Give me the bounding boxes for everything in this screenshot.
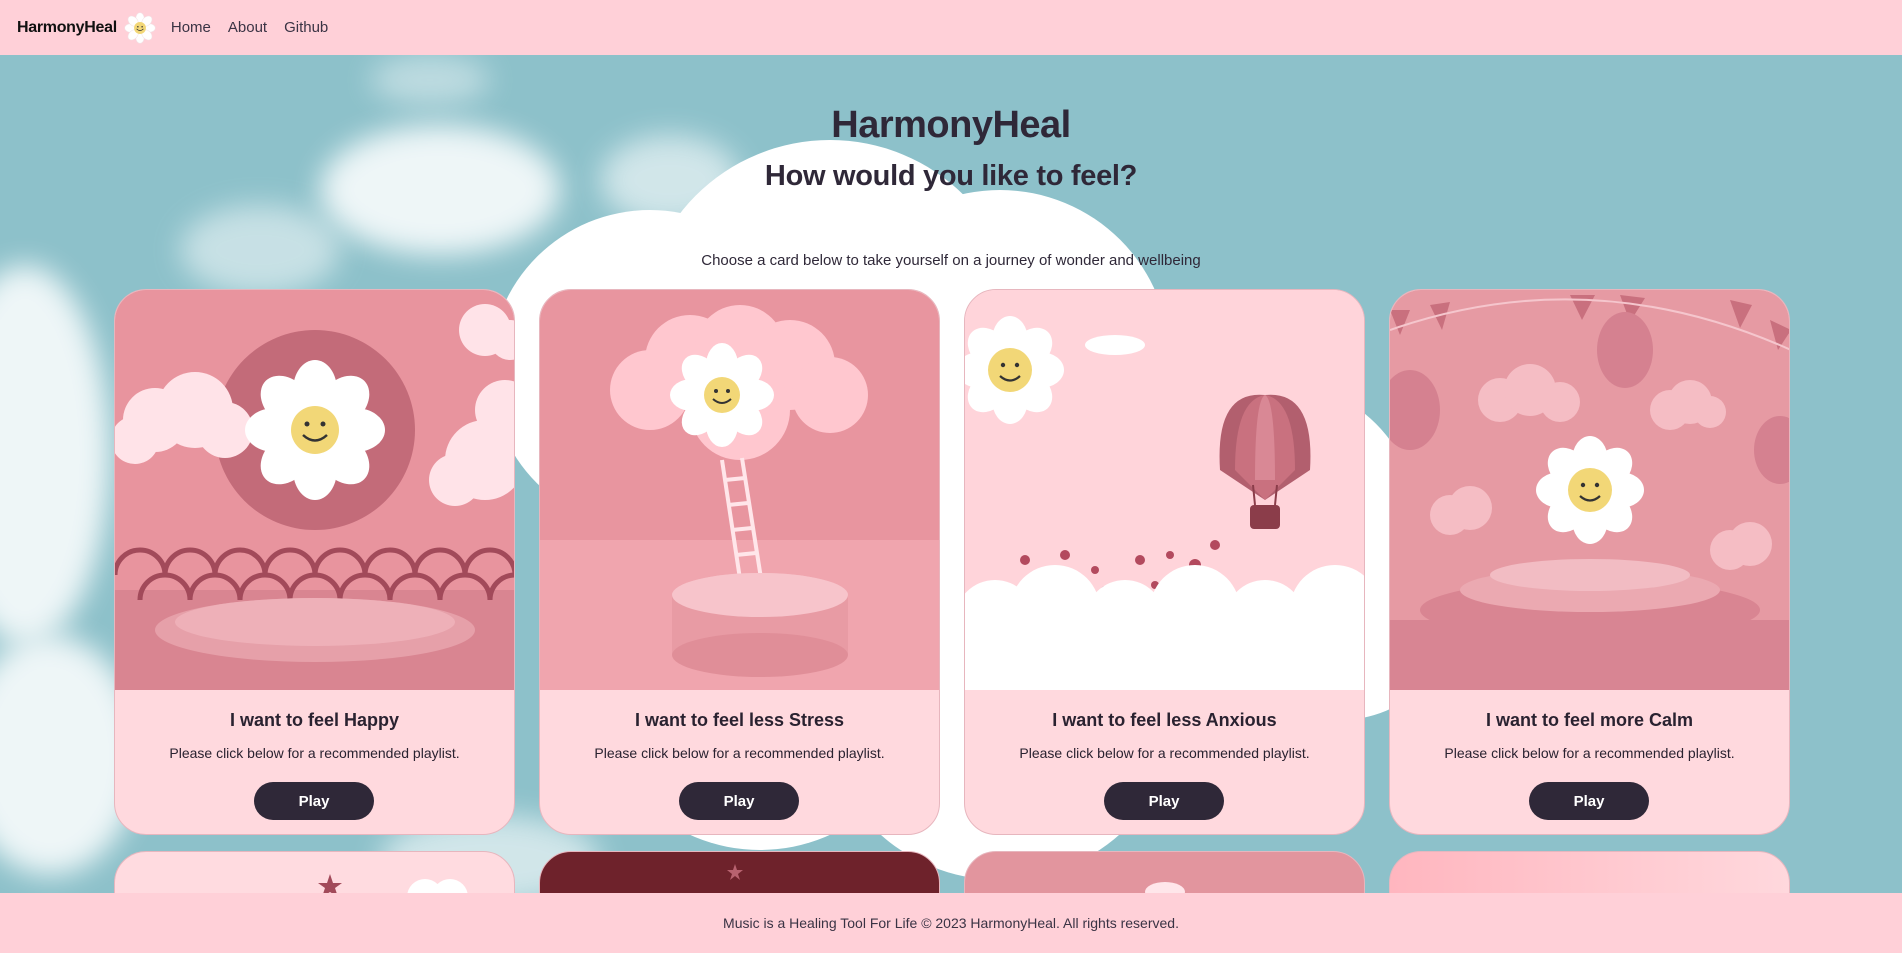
card-title: I want to feel more Calm: [1485, 710, 1694, 730]
play-button-happy[interactable]: Play: [254, 782, 374, 820]
happy-daisy-illustration-icon: [115, 290, 514, 690]
card-more-calm: I want to feel more Calm Please click be…: [1389, 289, 1790, 835]
nav-link-about[interactable]: About: [228, 19, 267, 36]
hero-description: Choose a card below to take yourself on …: [701, 252, 1201, 269]
brand-name[interactable]: HarmonyHeal: [17, 19, 117, 37]
footer-text: Music is a Healing Tool For Life © 2023 …: [723, 915, 1179, 931]
card-title: I want to feel less Anxious: [1052, 710, 1277, 730]
card-text: Please click below for a recommended pla…: [169, 745, 460, 761]
nav-link-home[interactable]: Home: [171, 19, 211, 36]
card-happy: I want to feel Happy Please click below …: [114, 289, 515, 835]
party-podium-daisy-illustration-icon: [1390, 290, 1789, 690]
card-title: I want to feel less Stress: [634, 710, 845, 730]
navbar: HarmonyHeal Home About Github: [0, 0, 1902, 55]
hero-subtitle: How would you like to feel?: [764, 160, 1138, 192]
card-text: Please click below for a recommended pla…: [1019, 745, 1310, 761]
cloud-ladder-daisy-illustration-icon: [540, 290, 939, 690]
card-less-stress: I want to feel less Stress Please click …: [539, 289, 940, 835]
footer: Music is a Healing Tool For Life © 2023 …: [0, 893, 1902, 953]
hero-title: HarmonyHeal: [831, 104, 1071, 146]
card-less-anxious: I want to feel less Anxious Please click…: [964, 289, 1365, 835]
card-text: Please click below for a recommended pla…: [1444, 745, 1735, 761]
card-text: Please click below for a recommended pla…: [594, 745, 885, 761]
play-button-more-calm[interactable]: Play: [1529, 782, 1649, 820]
nav-link-github[interactable]: Github: [284, 19, 328, 36]
card-title: I want to feel Happy: [229, 710, 400, 730]
smiley-daisy-logo-icon[interactable]: [123, 11, 157, 45]
hot-air-balloon-illustration-icon: [965, 290, 1364, 690]
play-button-less-stress[interactable]: Play: [679, 782, 799, 820]
play-button-less-anxious[interactable]: Play: [1104, 782, 1224, 820]
